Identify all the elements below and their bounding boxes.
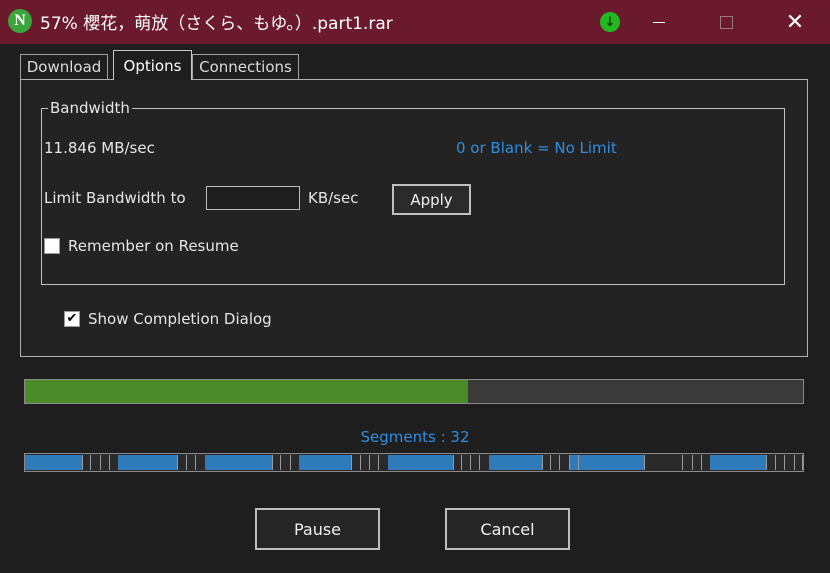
segment-divider (360, 455, 361, 470)
remember-on-resume-checkbox[interactable] (44, 238, 60, 254)
segment-divider (682, 455, 683, 470)
segment-block (579, 455, 644, 470)
download-arrow-icon[interactable]: ↓ (600, 12, 620, 32)
segment-divider (775, 455, 776, 470)
close-icon: ✕ (785, 9, 805, 35)
progress-fill (25, 380, 469, 403)
segment-divider (453, 455, 454, 470)
segment-divider (82, 455, 83, 470)
segment-divider (692, 455, 693, 470)
segment-divider (90, 455, 91, 470)
pause-button[interactable]: Pause (255, 508, 380, 550)
segments-graphic (25, 455, 803, 470)
app-logo-icon: N (8, 9, 32, 33)
segment-block (489, 455, 542, 470)
cancel-button[interactable]: Cancel (445, 508, 570, 550)
current-speed: 11.846 MB/sec (44, 139, 155, 157)
tab-options[interactable]: Options (113, 50, 192, 80)
segment-block (570, 455, 578, 470)
segment-block (299, 455, 351, 470)
segment-divider (794, 455, 795, 470)
segment-divider (542, 455, 543, 470)
segments-count: Segments : 32 (360, 428, 470, 446)
segment-divider (802, 455, 803, 470)
segment-divider (369, 455, 370, 470)
close-button[interactable]: ✕ (772, 0, 818, 44)
segment-divider (351, 455, 352, 470)
segment-divider (461, 455, 462, 470)
segment-divider (559, 455, 560, 470)
minimize-icon (653, 21, 665, 23)
segment-divider (280, 455, 281, 470)
segment-divider (644, 455, 645, 470)
segment-divider (100, 455, 101, 470)
segments-map (24, 453, 804, 472)
limit-bandwidth-label: Limit Bandwidth to (44, 189, 186, 207)
segment-block (388, 455, 453, 470)
checkmark-icon: ✔ (66, 311, 78, 326)
window-title: 57% 櫻花，萌放（さくら、もゆ。）.part1.rar (40, 14, 393, 34)
segment-block (205, 455, 272, 470)
options-panel: Bandwidth 11.846 MB/sec 0 or Blank = No … (20, 79, 808, 357)
tab-connections[interactable]: Connections (192, 54, 299, 79)
segment-divider (578, 455, 579, 470)
title-bar[interactable]: N 57% 櫻花，萌放（さくら、もゆ。）.part1.rar ↓ ✕ (0, 0, 830, 44)
show-completion-dialog-option[interactable]: ✔ Show Completion Dialog (64, 310, 272, 328)
segment-block (118, 455, 177, 470)
bandwidth-unit-label: KB/sec (308, 189, 359, 207)
segment-divider (766, 455, 767, 470)
segment-divider (569, 455, 570, 470)
segment-divider (195, 455, 196, 470)
show-completion-dialog-label: Show Completion Dialog (88, 310, 272, 328)
segment-divider (479, 455, 480, 470)
maximize-icon (719, 15, 733, 29)
show-completion-dialog-checkbox[interactable]: ✔ (64, 311, 80, 327)
segment-divider (470, 455, 471, 470)
segment-divider (177, 455, 178, 470)
remember-on-resume-label: Remember on Resume (68, 237, 239, 255)
segment-block (25, 455, 82, 470)
segment-divider (290, 455, 291, 470)
bandwidth-legend: Bandwidth (48, 99, 132, 117)
tab-download[interactable]: Download (20, 54, 108, 79)
segment-block (710, 455, 766, 470)
segment-divider (784, 455, 785, 470)
segment-divider (272, 455, 273, 470)
segment-divider (186, 455, 187, 470)
remember-on-resume-option[interactable]: Remember on Resume (44, 237, 239, 255)
apply-button[interactable]: Apply (392, 184, 471, 215)
limit-bandwidth-input[interactable] (206, 186, 300, 210)
minimize-button[interactable] (636, 0, 682, 44)
segment-divider (109, 455, 110, 470)
segment-divider (701, 455, 702, 470)
segment-divider (378, 455, 379, 470)
maximize-button[interactable] (703, 0, 749, 44)
segment-divider (550, 455, 551, 470)
download-progress-bar (24, 379, 804, 404)
no-limit-hint: 0 or Blank = No Limit (456, 139, 617, 157)
